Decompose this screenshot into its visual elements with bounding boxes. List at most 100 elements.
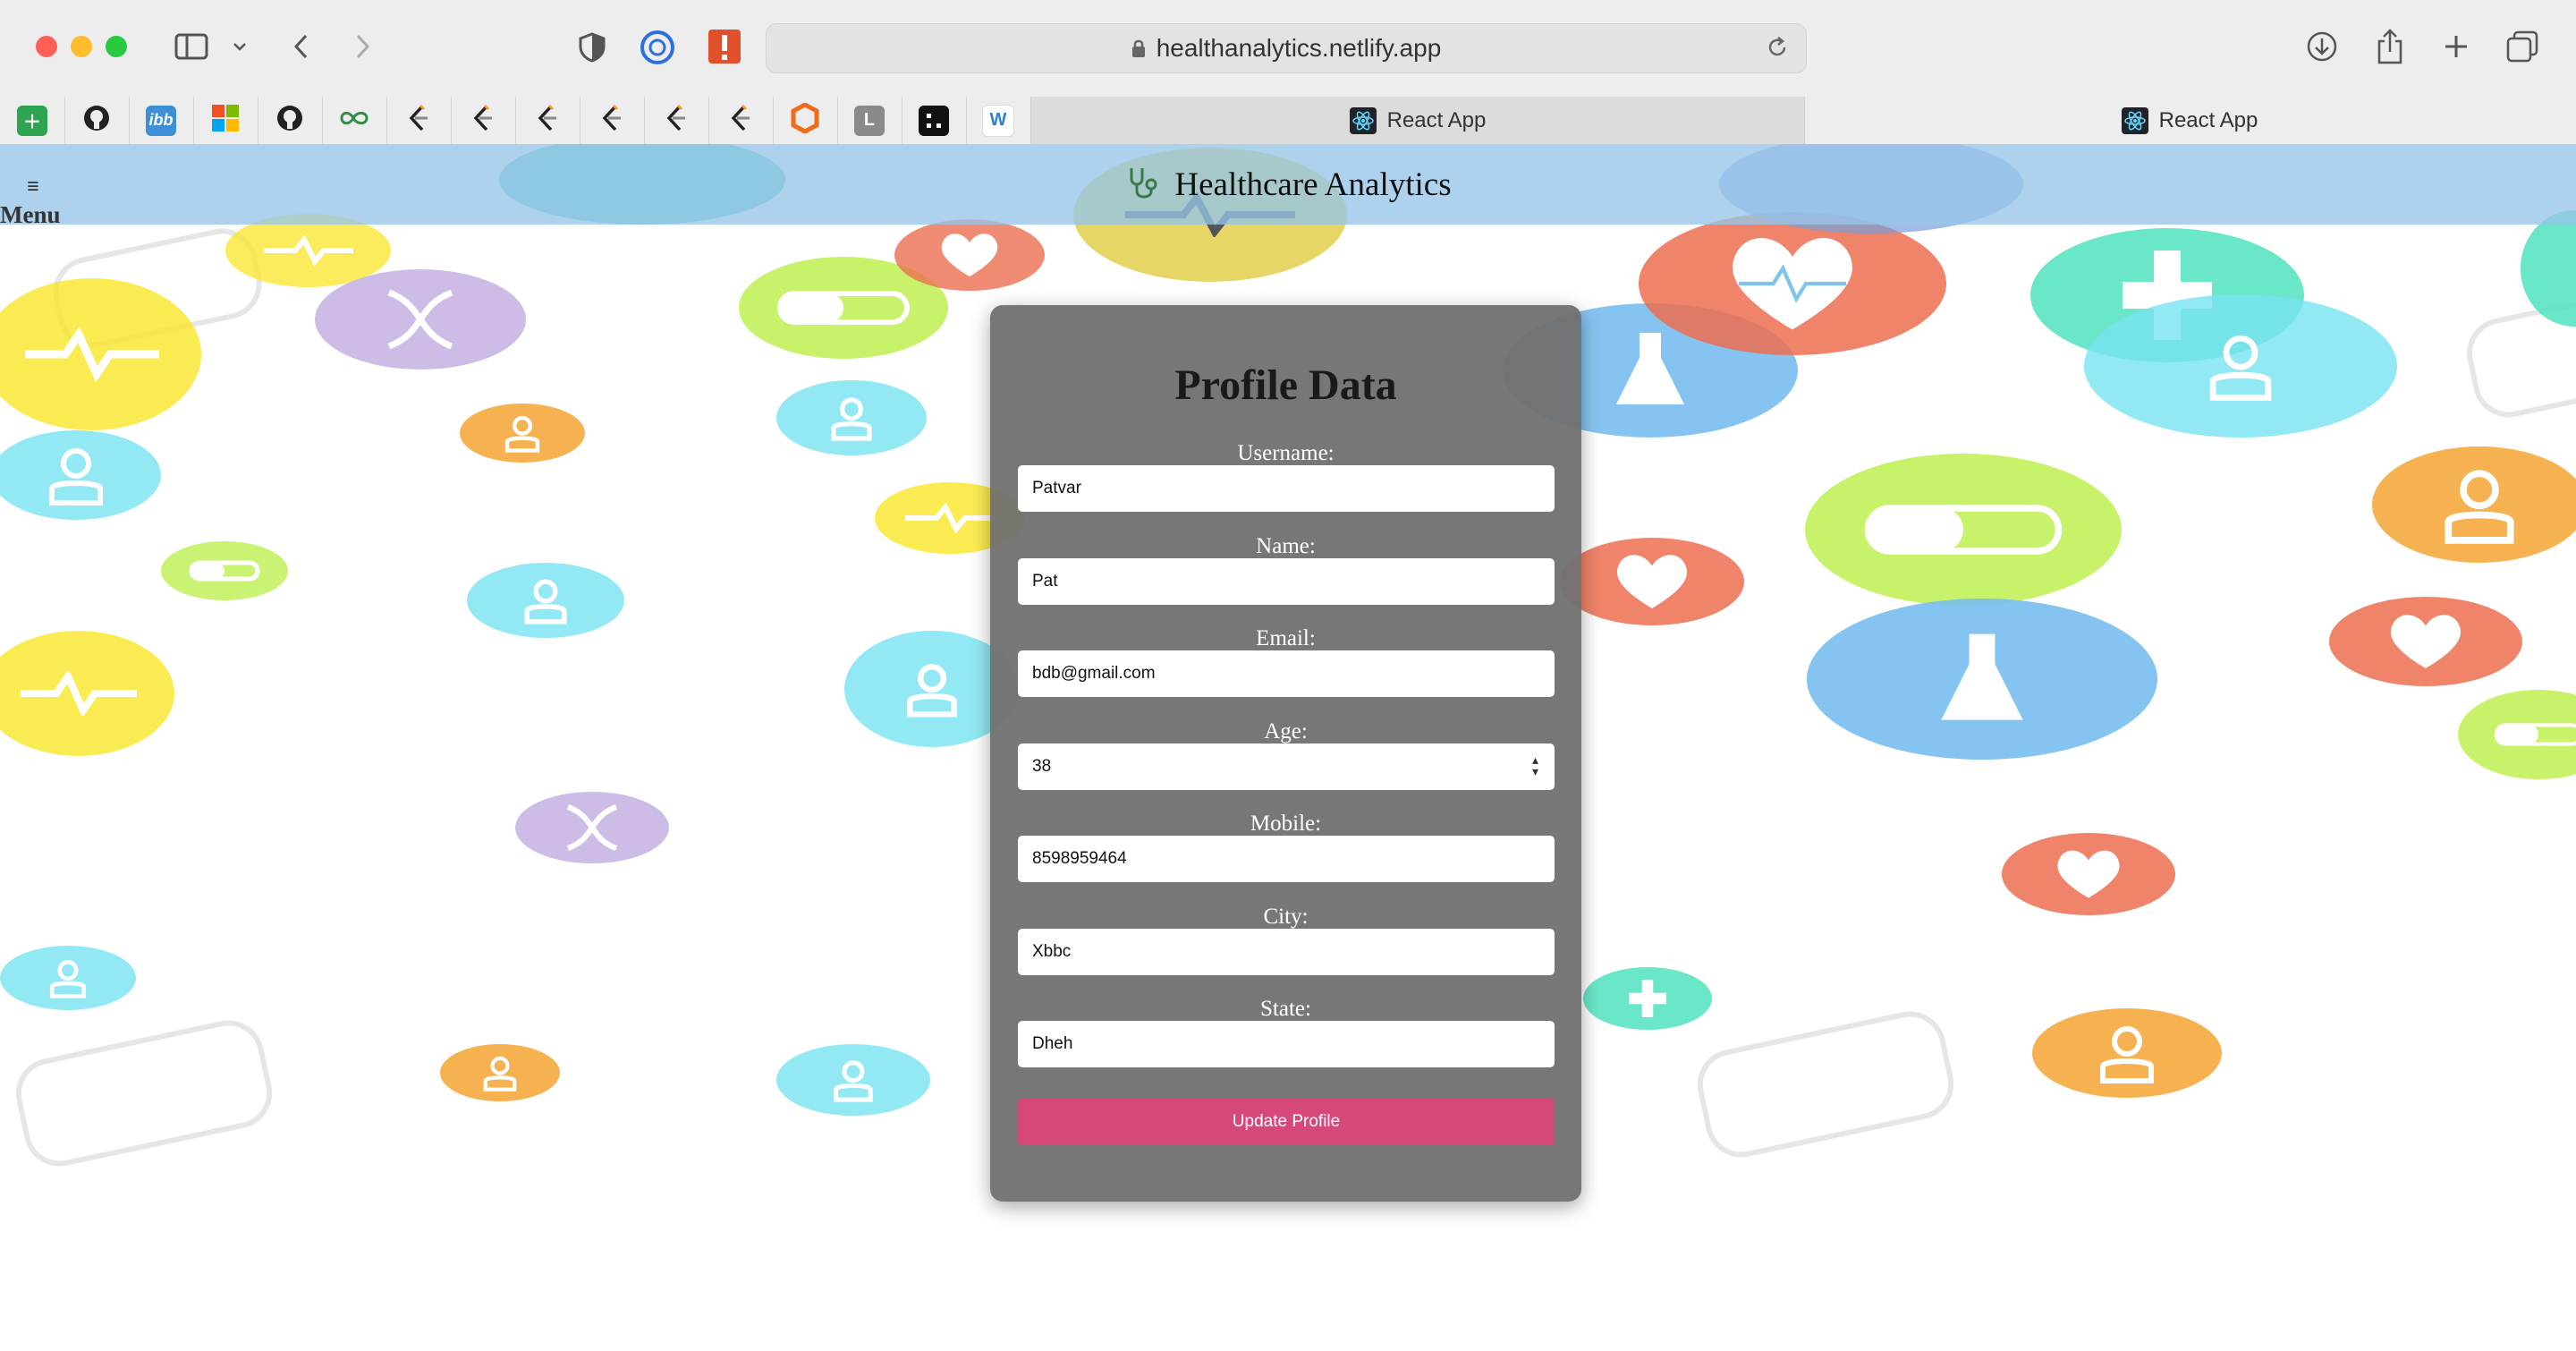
alert-extension-icon[interactable] — [708, 29, 741, 64]
browser-chrome: healthanalytics.netlify.app ＋ ibb L W Re… — [0, 0, 2576, 145]
pill-bubble — [161, 541, 288, 600]
watermark — [1690, 1005, 1961, 1164]
age-value: 38 — [1032, 757, 1052, 776]
favorite-graph[interactable] — [902, 97, 967, 144]
favorite-leetcode-4[interactable] — [580, 97, 645, 144]
favorite-ibb[interactable]: ibb — [129, 97, 194, 144]
favorite-microsoft[interactable] — [193, 97, 258, 144]
favorite-leetcode-5[interactable] — [644, 97, 709, 144]
lock-icon — [1131, 39, 1145, 57]
favorite-leetcode-1[interactable] — [386, 97, 452, 144]
gfg-icon — [339, 109, 369, 132]
username-value: Patvar — [1032, 479, 1081, 497]
react-icon — [1349, 106, 1377, 134]
tab-title: React App — [1386, 107, 1487, 132]
leetcode-icon — [599, 104, 624, 137]
brand[interactable]: Healthcare Analytics — [1124, 165, 1452, 204]
heartbeat-bubble — [0, 631, 174, 756]
share-icon[interactable] — [2372, 27, 2408, 66]
tab-react-app-active[interactable]: React App — [1030, 97, 1805, 144]
zoom-window-button[interactable] — [106, 36, 127, 57]
forward-icon[interactable] — [349, 30, 377, 63]
close-window-button[interactable] — [36, 36, 57, 57]
pill-bubble — [1805, 454, 2122, 606]
nurse-bubble — [0, 946, 136, 1010]
new-tab-icon[interactable] — [2438, 29, 2474, 64]
tab-react-app[interactable]: React App — [1803, 97, 2576, 144]
city-field[interactable]: Xbbc — [1018, 929, 1555, 975]
address-bar[interactable]: healthanalytics.netlify.app — [766, 23, 1807, 73]
nurse-bubble — [776, 380, 927, 455]
favorite-github-2[interactable] — [258, 97, 323, 144]
favorite-w[interactable]: W — [966, 97, 1031, 144]
favorite-github[interactable] — [64, 97, 130, 144]
age-label: Age: — [1264, 719, 1308, 743]
city-label: City: — [1263, 905, 1309, 929]
email-value: bdb@gmail.com — [1032, 664, 1156, 683]
nurse-bubble — [440, 1044, 560, 1101]
profile-form-card: Profile Data Username: Patvar Name: Pat … — [990, 305, 1581, 1202]
state-field[interactable]: Dheh — [1018, 1021, 1555, 1067]
tab-bar: ＋ ibb L W React App React App — [0, 97, 2576, 144]
leetcode-icon — [406, 104, 431, 137]
city-value: Xbbc — [1032, 942, 1072, 961]
hexagon-icon — [791, 102, 819, 138]
heart-bubble — [2329, 597, 2522, 686]
menu-button[interactable]: ≡ Menu — [0, 176, 61, 227]
back-icon[interactable] — [286, 30, 315, 63]
tab-title: React App — [2158, 107, 2258, 132]
w-icon: W — [982, 104, 1014, 137]
url-text: healthanalytics.netlify.app — [1156, 34, 1442, 62]
favorite-leetcode-6[interactable] — [708, 97, 774, 144]
email-label: Email: — [1256, 626, 1316, 650]
chevron-down-icon[interactable] — [229, 36, 250, 57]
heartbeat-bubble — [0, 278, 201, 430]
download-icon[interactable] — [2304, 29, 2340, 64]
username-field[interactable]: Patvar — [1018, 465, 1555, 512]
watermark — [9, 1014, 279, 1173]
mobile-field[interactable]: 8598959464 — [1018, 836, 1555, 882]
update-profile-button[interactable]: Update Profile — [1018, 1099, 1555, 1145]
browser-toolbar: healthanalytics.netlify.app — [0, 0, 2576, 95]
nurse-bubble — [2032, 1008, 2222, 1098]
favorite-leetcode-3[interactable] — [515, 97, 580, 144]
favorite-l[interactable]: L — [837, 97, 902, 144]
name-value: Pat — [1032, 572, 1058, 591]
favorite-plus[interactable]: ＋ — [0, 97, 65, 144]
mobile-label: Mobile: — [1250, 811, 1322, 836]
menu-label: Menu — [0, 201, 61, 228]
minimize-window-button[interactable] — [71, 36, 92, 57]
extension-circle-icon[interactable] — [639, 29, 676, 66]
flask-bubble — [1807, 599, 2157, 760]
react-icon — [2121, 106, 2148, 134]
heart-bubble — [894, 219, 1045, 291]
nurse-bubble — [2372, 446, 2576, 563]
email-field[interactable]: bdb@gmail.com — [1018, 650, 1555, 697]
ibb-icon: ibb — [146, 105, 176, 136]
nurse-bubble — [460, 404, 585, 463]
leetcode-icon — [470, 104, 496, 137]
state-value: Dheh — [1032, 1034, 1073, 1053]
heart-bubble — [2002, 833, 2175, 915]
leetcode-icon — [664, 104, 689, 137]
pill-bubble — [2458, 690, 2576, 779]
nurse-bubble — [776, 1044, 930, 1116]
state-label: State: — [1260, 997, 1311, 1021]
shield-icon[interactable] — [576, 30, 608, 64]
number-stepper-icon[interactable]: ▴ ▾ — [1532, 753, 1538, 777]
sidebar-toggle-icon[interactable] — [174, 30, 209, 63]
favorite-gfg[interactable] — [322, 97, 387, 144]
app-header: ≡ Menu Healthcare Analytics — [0, 144, 2576, 227]
github-icon — [82, 104, 111, 137]
reload-icon[interactable] — [1765, 35, 1790, 64]
leetcode-icon — [535, 104, 560, 137]
name-field[interactable]: Pat — [1018, 558, 1555, 605]
tab-overview-icon[interactable] — [2504, 29, 2540, 64]
plus-bubble — [2521, 210, 2576, 327]
microsoft-icon — [211, 104, 240, 137]
plus-icon: ＋ — [17, 105, 47, 136]
age-field[interactable]: 38 ▴ ▾ — [1018, 743, 1555, 790]
l-icon: L — [854, 105, 885, 136]
favorite-leetcode-2[interactable] — [451, 97, 516, 144]
favorite-hexagon[interactable] — [773, 97, 838, 144]
